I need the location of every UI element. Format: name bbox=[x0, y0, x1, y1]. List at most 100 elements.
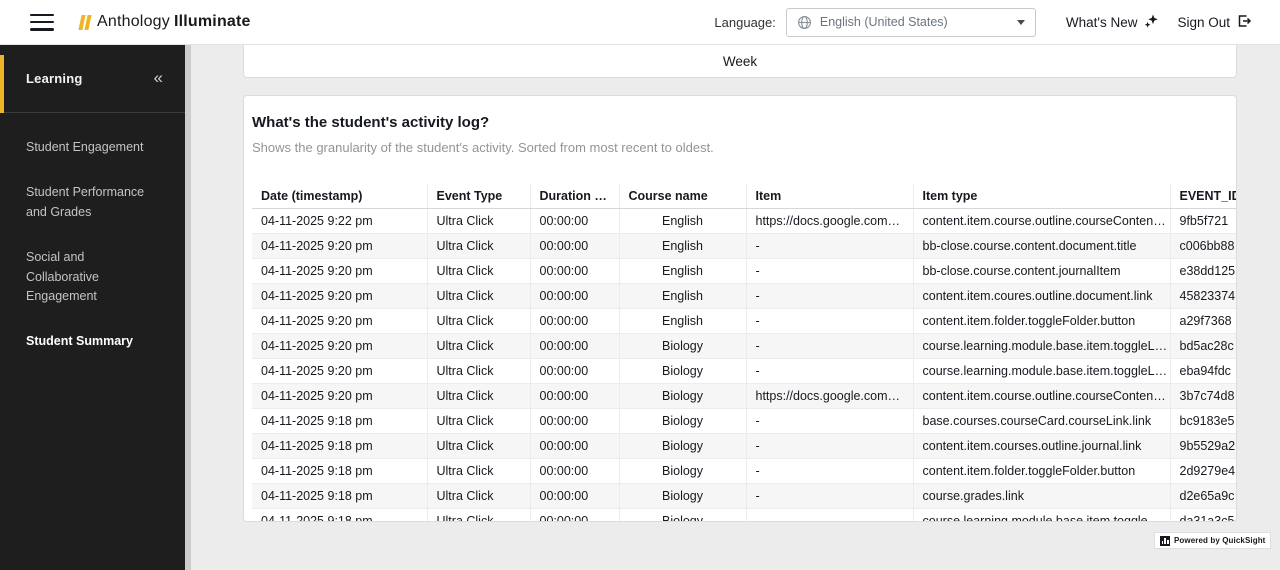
table-body: 04-11-2025 9:22 pmUltra Click00:00:00Eng… bbox=[252, 208, 1236, 522]
table-cell: - bbox=[746, 358, 913, 383]
table-cell: 04-11-2025 9:22 pm bbox=[252, 208, 427, 233]
sidebar-item[interactable]: Student Engagement bbox=[0, 125, 185, 170]
table-cell: content.item.folder.toggleFolder.button bbox=[913, 308, 1170, 333]
table-cell: Ultra Click bbox=[427, 333, 530, 358]
table-cell: - bbox=[746, 508, 913, 522]
table-cell: Ultra Click bbox=[427, 308, 530, 333]
table-cell: da31a3c5 bbox=[1170, 508, 1236, 522]
column-header[interactable]: EVENT_ID bbox=[1170, 184, 1236, 208]
table-cell: 04-11-2025 9:18 pm bbox=[252, 483, 427, 508]
sidebar-title: Learning bbox=[26, 71, 83, 86]
table-cell: English bbox=[619, 233, 746, 258]
table-cell: 45823374 bbox=[1170, 283, 1236, 308]
table-cell: - bbox=[746, 308, 913, 333]
table-cell: 00:00:00 bbox=[530, 308, 619, 333]
table-cell: 00:00:00 bbox=[530, 283, 619, 308]
table-cell: Biology bbox=[619, 483, 746, 508]
table-cell: 04-11-2025 9:18 pm bbox=[252, 433, 427, 458]
table-cell: bc9183e5 bbox=[1170, 408, 1236, 433]
powered-by-quicksight-badge[interactable]: Powered by QuickSight bbox=[1154, 532, 1271, 549]
table-row: 04-11-2025 9:20 pmUltra Click00:00:00Eng… bbox=[252, 283, 1236, 308]
table-cell: 00:00:00 bbox=[530, 483, 619, 508]
table-cell: - bbox=[746, 258, 913, 283]
table-cell: 04-11-2025 9:20 pm bbox=[252, 283, 427, 308]
table-cell: Ultra Click bbox=[427, 433, 530, 458]
column-header[interactable]: Event Type bbox=[427, 184, 530, 208]
table-cell: 00:00:00 bbox=[530, 383, 619, 408]
sidebar-item[interactable]: Social and Collaborative Engagement bbox=[0, 235, 185, 319]
main-content: Week What's the student's activity log? … bbox=[191, 45, 1280, 570]
card-title: What's the student's activity log? bbox=[252, 114, 1228, 132]
brand-name-first: Anthology bbox=[97, 13, 170, 31]
table-cell: Biology bbox=[619, 508, 746, 522]
table-cell: Ultra Click bbox=[427, 258, 530, 283]
column-header[interactable]: Date (timestamp) bbox=[252, 184, 427, 208]
globe-icon bbox=[797, 15, 812, 30]
table-cell: 04-11-2025 9:20 pm bbox=[252, 358, 427, 383]
table-cell: 00:00:00 bbox=[530, 208, 619, 233]
table-cell: content.item.coures.outline.document.lin… bbox=[913, 283, 1170, 308]
table-cell: 00:00:00 bbox=[530, 458, 619, 483]
table-cell: c006bb88 bbox=[1170, 233, 1236, 258]
table-row: 04-11-2025 9:18 pmUltra Click00:00:00Bio… bbox=[252, 483, 1236, 508]
table-cell: 00:00:00 bbox=[530, 358, 619, 383]
table-cell: 04-11-2025 9:20 pm bbox=[252, 233, 427, 258]
table-cell: Ultra Click bbox=[427, 408, 530, 433]
table-cell: English bbox=[619, 208, 746, 233]
brand-name-second: Illuminate bbox=[174, 13, 251, 31]
table-cell: Ultra Click bbox=[427, 458, 530, 483]
table-row: 04-11-2025 9:20 pmUltra Click00:00:00Bio… bbox=[252, 333, 1236, 358]
chevron-down-icon bbox=[1017, 20, 1025, 25]
table-cell: base.courses.courseCard.courseLink.link bbox=[913, 408, 1170, 433]
table-cell: - bbox=[746, 458, 913, 483]
table-row: 04-11-2025 9:20 pmUltra Click00:00:00Eng… bbox=[252, 308, 1236, 333]
table-row: 04-11-2025 9:20 pmUltra Click00:00:00Eng… bbox=[252, 258, 1236, 283]
column-header[interactable]: Course name bbox=[619, 184, 746, 208]
table-row: 04-11-2025 9:18 pmUltra Click00:00:00Bio… bbox=[252, 433, 1236, 458]
table-cell: 3b7c74d8 bbox=[1170, 383, 1236, 408]
table-row: 04-11-2025 9:18 pmUltra Click00:00:00Bio… bbox=[252, 508, 1236, 522]
table-cell: 00:00:00 bbox=[530, 508, 619, 522]
week-label: Week bbox=[723, 54, 757, 69]
sidebar-item[interactable]: Student Summary bbox=[0, 319, 185, 364]
column-header[interactable]: Duration … bbox=[530, 184, 619, 208]
brand-logo: Anthology Illuminate bbox=[80, 13, 251, 31]
table-cell: Biology bbox=[619, 383, 746, 408]
table-row: 04-11-2025 9:20 pmUltra Click00:00:00Bio… bbox=[252, 383, 1236, 408]
whats-new-button[interactable]: What's New bbox=[1066, 13, 1160, 32]
scrollbar[interactable] bbox=[185, 45, 191, 570]
sign-out-button[interactable]: Sign Out bbox=[1177, 13, 1252, 32]
table-cell: 00:00:00 bbox=[530, 408, 619, 433]
language-select[interactable]: English (United States) bbox=[786, 8, 1036, 37]
table-cell: English bbox=[619, 308, 746, 333]
table-cell: content.item.folder.toggleFolder.button bbox=[913, 458, 1170, 483]
table-cell: 00:00:00 bbox=[530, 233, 619, 258]
sidebar-item[interactable]: Student Performance and Grades bbox=[0, 170, 185, 235]
table-cell: course.learning.module.base.item.toggleL… bbox=[913, 358, 1170, 383]
table-cell: 04-11-2025 9:18 pm bbox=[252, 408, 427, 433]
table-cell: course.learning.module.base.item.toggle… bbox=[913, 508, 1170, 522]
table-cell: 9b5529a2 bbox=[1170, 433, 1236, 458]
language-selected-value: English (United States) bbox=[820, 15, 1017, 29]
column-header[interactable]: Item bbox=[746, 184, 913, 208]
sign-out-icon bbox=[1236, 13, 1252, 32]
table-row: 04-11-2025 9:20 pmUltra Click00:00:00Bio… bbox=[252, 358, 1236, 383]
column-header[interactable]: Item type bbox=[913, 184, 1170, 208]
week-card: Week bbox=[243, 45, 1237, 78]
table-cell: Biology bbox=[619, 458, 746, 483]
activity-log-card: What's the student's activity log? Shows… bbox=[243, 95, 1237, 522]
table-cell: - bbox=[746, 283, 913, 308]
table-cell: 9fb5f721 bbox=[1170, 208, 1236, 233]
table-cell: Ultra Click bbox=[427, 358, 530, 383]
hamburger-menu-icon[interactable] bbox=[30, 14, 54, 31]
table-cell: Ultra Click bbox=[427, 483, 530, 508]
table-cell: Biology bbox=[619, 333, 746, 358]
table-cell: 04-11-2025 9:18 pm bbox=[252, 458, 427, 483]
table-cell: - bbox=[746, 333, 913, 358]
table-cell: https://docs.google.com… bbox=[746, 383, 913, 408]
sparkle-icon bbox=[1143, 13, 1159, 32]
table-cell: https://docs.google.com… bbox=[746, 208, 913, 233]
quicksight-logo-icon bbox=[1160, 536, 1170, 546]
collapse-sidebar-icon[interactable]: « bbox=[154, 68, 163, 88]
table-cell: e38dd125 bbox=[1170, 258, 1236, 283]
